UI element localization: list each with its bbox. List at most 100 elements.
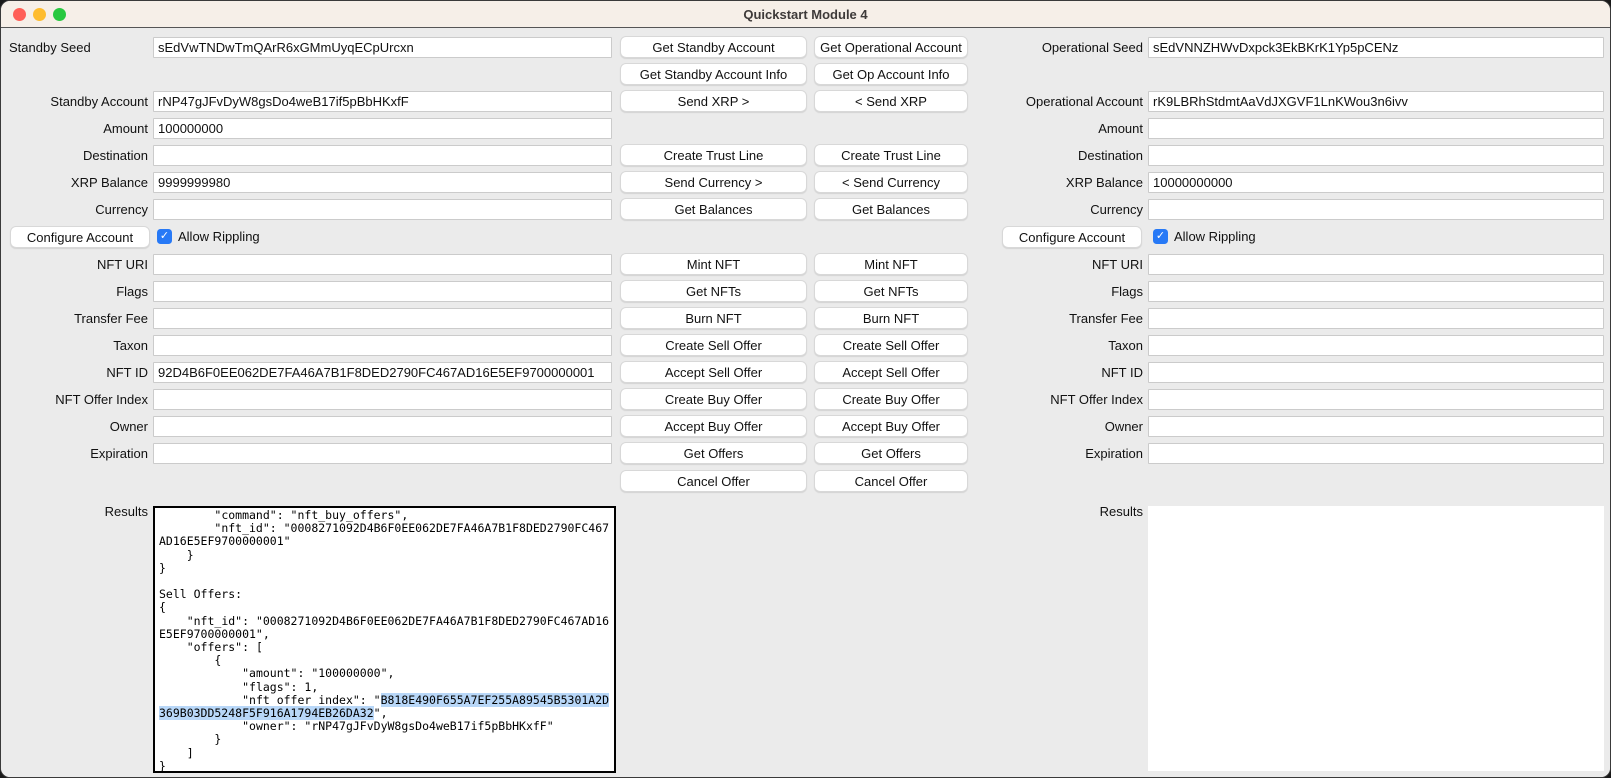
operational-nft-id-input[interactable] (1148, 362, 1604, 383)
op-get-nfts-button[interactable]: Get NFTs (814, 280, 968, 302)
operational-results-text (1148, 506, 1604, 507)
standby-flags-label: Flags (1, 281, 148, 302)
app-window: Quickstart Module 4 Standby Seed Standby… (0, 0, 1611, 778)
send-xrp-to-standby-button[interactable]: < Send XRP (814, 90, 968, 112)
operational-taxon-input[interactable] (1148, 335, 1604, 356)
op-get-offers-button[interactable]: Get Offers (814, 442, 968, 464)
standby-owner-label: Owner (1, 416, 148, 437)
standby-get-nfts-button[interactable]: Get NFTs (620, 280, 807, 302)
standby-transfer-fee-input[interactable] (153, 308, 612, 329)
standby-owner-input[interactable] (153, 416, 612, 437)
standby-currency-input[interactable] (153, 199, 612, 220)
get-standby-account-info-button[interactable]: Get Standby Account Info (620, 63, 807, 85)
standby-destination-input[interactable] (153, 145, 612, 166)
operational-xrp-balance-label: XRP Balance (956, 172, 1143, 193)
standby-accept-buy-offer-button[interactable]: Accept Buy Offer (620, 415, 807, 437)
operational-expiration-label: Expiration (956, 443, 1143, 464)
standby-allow-rippling-checkbox[interactable]: ✓ (157, 229, 172, 244)
standby-nft-uri-input[interactable] (153, 254, 612, 275)
standby-xrp-balance-input[interactable] (153, 172, 612, 193)
get-standby-account-button[interactable]: Get Standby Account (620, 36, 807, 58)
standby-mint-nft-button[interactable]: Mint NFT (620, 253, 807, 275)
standby-seed-label: Standby Seed (1, 37, 148, 58)
operational-results-textarea[interactable] (1148, 506, 1604, 771)
operational-currency-label: Currency (956, 199, 1143, 220)
op-accept-buy-offer-button[interactable]: Accept Buy Offer (814, 415, 968, 437)
standby-account-input[interactable] (153, 91, 612, 112)
standby-accept-sell-offer-button[interactable]: Accept Sell Offer (620, 361, 807, 383)
standby-seed-input[interactable] (153, 37, 612, 58)
op-get-balances-button[interactable]: Get Balances (814, 198, 968, 220)
operational-allow-rippling-label: Allow Rippling (1174, 226, 1256, 247)
operational-expiration-input[interactable] (1148, 443, 1604, 464)
standby-create-trust-line-button[interactable]: Create Trust Line (620, 144, 807, 166)
standby-amount-input[interactable] (153, 118, 612, 139)
standby-currency-label: Currency (1, 199, 148, 220)
operational-nft-offer-index-label: NFT Offer Index (956, 389, 1143, 410)
get-operational-account-button[interactable]: Get Operational Account (814, 36, 968, 58)
standby-results-text: "command": "nft_buy_offers", "nft_id": "… (155, 508, 614, 773)
standby-nft-offer-index-label: NFT Offer Index (1, 389, 148, 410)
standby-expiration-input[interactable] (153, 443, 612, 464)
op-accept-sell-offer-button[interactable]: Accept Sell Offer (814, 361, 968, 383)
op-burn-nft-button[interactable]: Burn NFT (814, 307, 968, 329)
standby-get-balances-button[interactable]: Get Balances (620, 198, 807, 220)
operational-nft-id-label: NFT ID (956, 362, 1143, 383)
standby-taxon-input[interactable] (153, 335, 612, 356)
standby-allow-rippling-label: Allow Rippling (178, 226, 260, 247)
operational-allow-rippling-checkbox[interactable]: ✓ (1153, 229, 1168, 244)
results-text-before-selection: "command": "nft_buy_offers", "nft_id": "… (159, 508, 609, 707)
titlebar: Quickstart Module 4 (1, 1, 1610, 28)
standby-nft-id-input[interactable] (153, 362, 612, 383)
standby-burn-nft-button[interactable]: Burn NFT (620, 307, 807, 329)
main-content: Standby Seed Standby Account Amount Dest… (1, 29, 1610, 777)
operational-seed-label: Operational Seed (956, 37, 1143, 58)
send-currency-to-standby-button[interactable]: < Send Currency (814, 171, 968, 193)
op-mint-nft-button[interactable]: Mint NFT (814, 253, 968, 275)
operational-currency-input[interactable] (1148, 199, 1604, 220)
operational-nft-uri-label: NFT URI (956, 254, 1143, 275)
standby-nft-offer-index-input[interactable] (153, 389, 612, 410)
standby-cancel-offer-button[interactable]: Cancel Offer (620, 470, 807, 492)
operational-owner-input[interactable] (1148, 416, 1604, 437)
get-op-account-info-button[interactable]: Get Op Account Info (814, 63, 968, 85)
standby-xrp-balance-label: XRP Balance (1, 172, 148, 193)
operational-amount-label: Amount (956, 118, 1143, 139)
operational-destination-input[interactable] (1148, 145, 1604, 166)
operational-amount-input[interactable] (1148, 118, 1604, 139)
operational-seed-input[interactable] (1148, 37, 1604, 58)
operational-configure-account-button[interactable]: Configure Account (1002, 226, 1142, 248)
operational-transfer-fee-label: Transfer Fee (956, 308, 1143, 329)
send-currency-to-operational-button[interactable]: Send Currency > (620, 171, 807, 193)
standby-create-buy-offer-button[interactable]: Create Buy Offer (620, 388, 807, 410)
standby-nft-id-label: NFT ID (1, 362, 148, 383)
op-create-trust-line-button[interactable]: Create Trust Line (814, 144, 968, 166)
operational-transfer-fee-input[interactable] (1148, 308, 1604, 329)
operational-destination-label: Destination (956, 145, 1143, 166)
standby-amount-label: Amount (1, 118, 148, 139)
op-create-sell-offer-button[interactable]: Create Sell Offer (814, 334, 968, 356)
send-xrp-to-operational-button[interactable]: Send XRP > (620, 90, 807, 112)
operational-xrp-balance-input[interactable] (1148, 172, 1604, 193)
standby-account-label: Standby Account (1, 91, 148, 112)
op-create-buy-offer-button[interactable]: Create Buy Offer (814, 388, 968, 410)
op-cancel-offer-button[interactable]: Cancel Offer (814, 470, 968, 492)
standby-taxon-label: Taxon (1, 335, 148, 356)
standby-create-sell-offer-button[interactable]: Create Sell Offer (620, 334, 807, 356)
standby-configure-account-button[interactable]: Configure Account (10, 226, 150, 248)
standby-get-offers-button[interactable]: Get Offers (620, 442, 807, 464)
operational-flags-input[interactable] (1148, 281, 1604, 302)
standby-flags-input[interactable] (153, 281, 612, 302)
operational-flags-label: Flags (956, 281, 1143, 302)
operational-nft-offer-index-input[interactable] (1148, 389, 1604, 410)
operational-owner-label: Owner (956, 416, 1143, 437)
standby-nft-uri-label: NFT URI (1, 254, 148, 275)
operational-nft-uri-input[interactable] (1148, 254, 1604, 275)
operational-account-input[interactable] (1148, 91, 1604, 112)
operational-account-label: Operational Account (956, 91, 1143, 112)
window-title: Quickstart Module 4 (1, 1, 1610, 28)
operational-results-label: Results (956, 501, 1143, 522)
standby-results-textarea[interactable]: "command": "nft_buy_offers", "nft_id": "… (153, 506, 616, 773)
standby-transfer-fee-label: Transfer Fee (1, 308, 148, 329)
standby-results-label: Results (1, 501, 148, 522)
